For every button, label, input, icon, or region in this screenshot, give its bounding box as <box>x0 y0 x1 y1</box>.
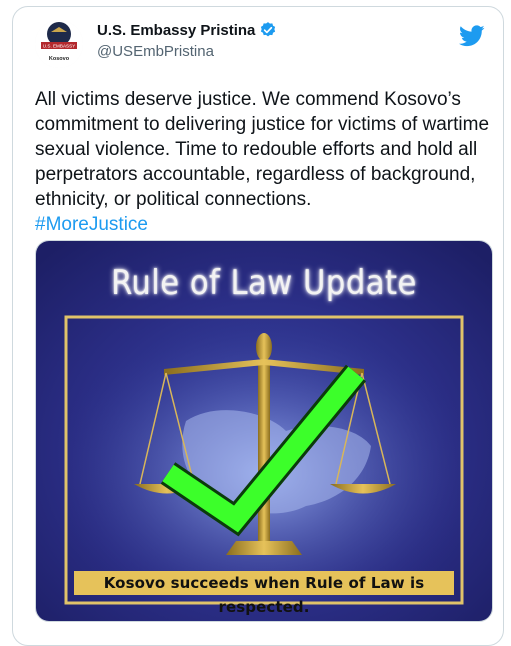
tweet-header: U.S. Embassy Pristina @USEmbPristina <box>97 21 277 60</box>
hashtag-link[interactable]: #MoreJustice <box>35 214 148 235</box>
display-name[interactable]: U.S. Embassy Pristina <box>97 21 277 39</box>
tweet-card[interactable]: U.S. EMBASSY Kosovo U.S. Embassy Pristin… <box>12 6 504 646</box>
tweet-image[interactable]: Rule of Law Update Kosovo succeeds when … <box>35 240 493 622</box>
twitter-bird-icon[interactable] <box>459 25 485 47</box>
avatar[interactable]: U.S. EMBASSY Kosovo <box>35 20 83 68</box>
avatar-label-top: U.S. EMBASSY <box>43 44 75 49</box>
image-caption: Kosovo succeeds when Rule of Law is resp… <box>103 574 425 616</box>
verified-badge-icon <box>259 21 277 39</box>
image-headline: Rule of Law Update <box>111 263 417 303</box>
display-name-text[interactable]: U.S. Embassy Pristina <box>97 22 255 39</box>
tweet-body-text: All victims deserve justice. We commend … <box>35 89 490 210</box>
tweet-body: All victims deserve justice. We commend … <box>35 87 505 237</box>
avatar-label-bottom: Kosovo <box>49 56 70 62</box>
handle[interactable]: @USEmbPristina <box>97 43 277 60</box>
